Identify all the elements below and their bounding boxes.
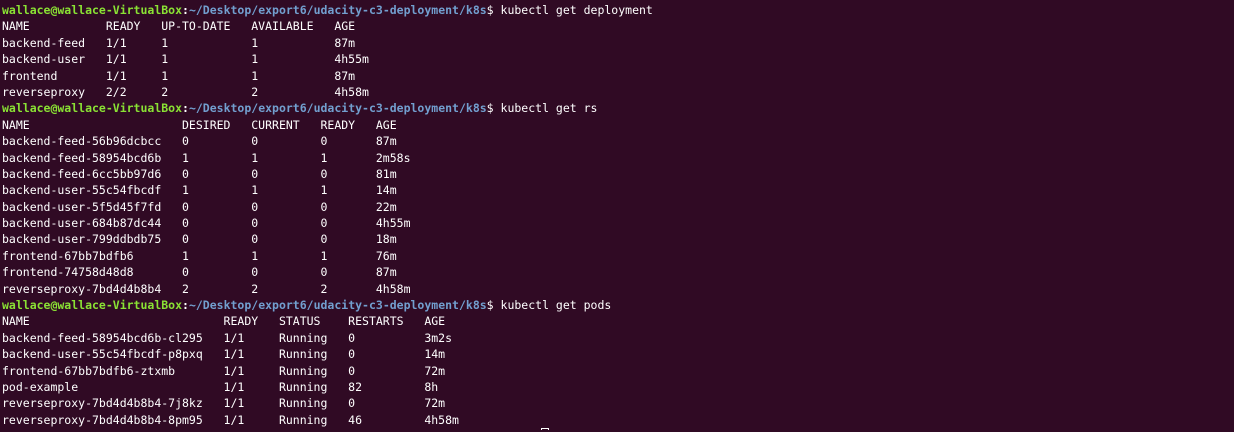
output-header-row: NAME READY UP-TO-DATE AVAILABLE AGE — [2, 19, 356, 34]
output-row: backend-feed-6cc5bb97d6 0 0 0 81m — [2, 166, 397, 181]
prompt-line: wallace@wallace-VirtualBox:~/Desktop/exp… — [0, 2, 1234, 18]
prompt-path: ~/Desktop/export6/udacity-c3-deployment/… — [188, 298, 487, 313]
output-row: frontend 1/1 1 1 87m — [2, 68, 356, 83]
output-row: frontend-67bb7bdfb6 1 1 1 76m — [2, 248, 397, 263]
prompt-separator: : — [182, 298, 189, 313]
output-row: backend-user-55c54fbcdf-p8pxq 1/1 Runnin… — [2, 347, 446, 362]
prompt-path: ~/Desktop/export6/udacity-c3-deployment/… — [188, 101, 487, 116]
output-row: reverseproxy-7bd4d4b8b4-7j8kz 1/1 Runnin… — [2, 396, 446, 411]
output-row: pod-example 1/1 Running 82 8h — [2, 379, 439, 394]
prompt-user-host: wallace@wallace-VirtualBox — [2, 298, 183, 313]
output-row: frontend-67bb7bdfb6-ztxmb 1/1 Running 0 … — [2, 363, 446, 378]
output-row: backend-user 1/1 1 1 4h55m — [2, 52, 369, 67]
output-row: reverseproxy-7bd4d4b8b4-8pm95 1/1 Runnin… — [2, 412, 459, 427]
prompt-user-host: wallace@wallace-VirtualBox — [2, 3, 183, 17]
output-row: backend-user-799ddbdb75 0 0 0 18m — [2, 232, 397, 247]
output-row: frontend-74758d48d8 0 0 0 87m — [2, 265, 397, 280]
command-text: kubectl get pods — [500, 298, 612, 313]
text-cursor — [541, 428, 549, 430]
prompt-path: ~/Desktop/export6/udacity-c3-deployment/… — [188, 3, 487, 17]
output-row: backend-feed-58954bcd6b-cl295 1/1 Runnin… — [2, 330, 453, 345]
prompt-user-host: wallace@wallace-VirtualBox — [2, 101, 183, 116]
output-row: backend-feed-56b96dcbcc 0 0 0 87m — [2, 134, 397, 149]
terminal-window[interactable]: wallace@wallace-VirtualBox:~/Desktop/exp… — [0, 0, 1234, 432]
prompt-separator: : — [182, 3, 189, 17]
prompt-line: wallace@wallace-VirtualBox:~/Desktop/exp… — [0, 297, 1234, 313]
output-header-row: NAME READY STATUS RESTARTS AGE — [2, 314, 446, 329]
output-header-row: NAME DESIRED CURRENT READY AGE — [2, 117, 397, 132]
output-row: backend-feed-58954bcd6b 1 1 1 2m58s — [2, 150, 411, 165]
command-text: kubectl get deployment — [500, 3, 653, 17]
prompt-suffix: $ — [486, 3, 501, 17]
prompt-separator: : — [182, 101, 189, 116]
output-row: backend-user-55c54fbcdf 1 1 1 14m — [2, 183, 397, 198]
output-row: reverseproxy 2/2 2 2 4h58m — [2, 84, 369, 99]
command-text: kubectl get rs — [500, 101, 598, 116]
output-row: backend-user-5f5d45f7fd 0 0 0 22m — [2, 199, 397, 214]
prompt-suffix: $ — [486, 101, 501, 116]
prompt-line: wallace@wallace-VirtualBox:~/Desktop/exp… — [0, 100, 1234, 116]
prompt-suffix: $ — [486, 298, 501, 313]
output-row: backend-feed 1/1 1 1 87m — [2, 35, 356, 50]
output-row: backend-user-684b87dc44 0 0 0 4h55m — [2, 216, 411, 231]
output-row: reverseproxy-7bd4d4b8b4 2 2 2 4h58m — [2, 281, 411, 296]
